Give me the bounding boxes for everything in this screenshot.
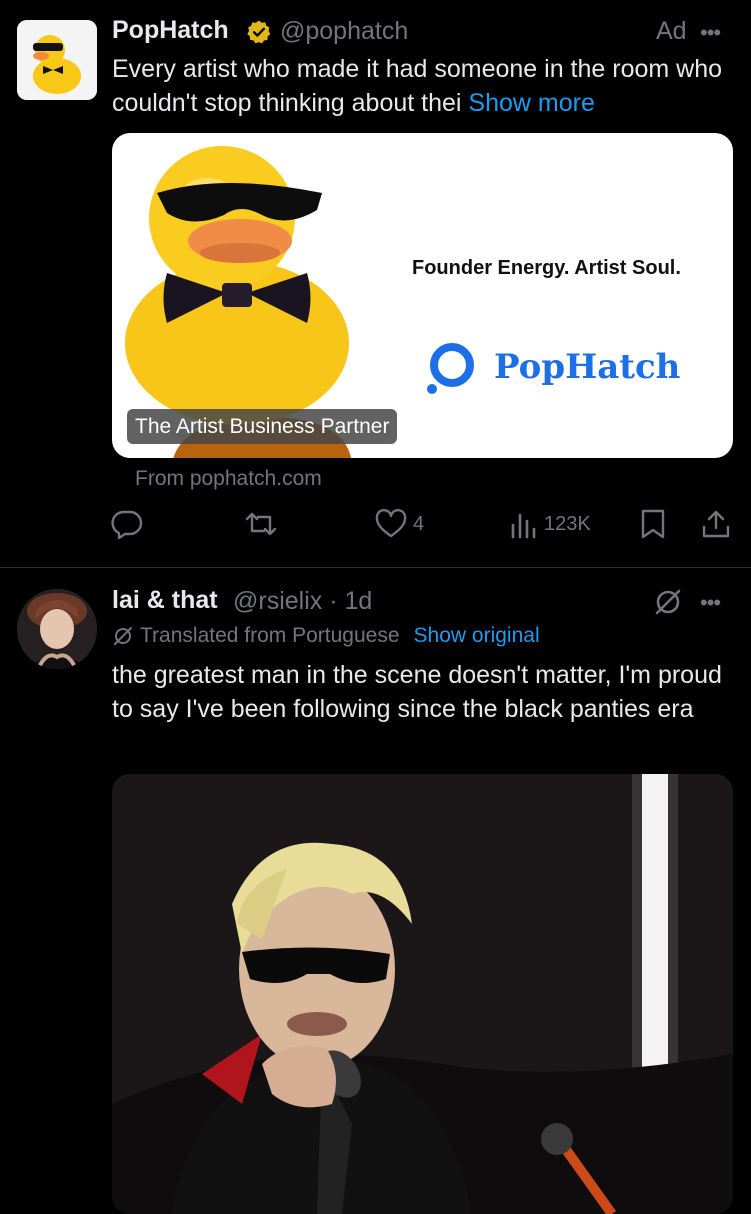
post-author-handle[interactable]: @rsielix — [233, 587, 322, 615]
share-button[interactable] — [700, 507, 732, 541]
post-text: the greatest man in the scene doesn't ma… — [112, 661, 722, 723]
card-source[interactable]: From pophatch.com — [135, 467, 322, 491]
bookmark-button[interactable] — [638, 507, 668, 541]
card-label: The Artist Business Partner — [127, 409, 398, 444]
post-media-photo[interactable] — [112, 774, 733, 1214]
repost-icon — [245, 512, 277, 536]
pophatch-bubble-icon — [427, 343, 474, 394]
duck-logo-icon — [17, 20, 97, 100]
show-original-link[interactable]: Show original — [414, 624, 540, 648]
views-chart-icon — [511, 513, 536, 539]
reply-icon — [111, 510, 143, 539]
verified-badge-icon — [247, 20, 271, 44]
heart-icon — [375, 509, 407, 538]
avatar-photo — [17, 589, 97, 669]
ad-author-name[interactable]: PopHatch — [112, 16, 229, 45]
ad-post-body: Every artist who made it had someone in … — [112, 55, 723, 117]
post-time[interactable]: · 1d — [329, 587, 372, 615]
ad-author-handle[interactable]: @pophatch — [280, 17, 408, 46]
grok-icon[interactable] — [652, 586, 684, 618]
bookmark-icon — [641, 509, 665, 539]
pophatch-avatar[interactable] — [17, 20, 97, 100]
card-brand-name: PopHatch — [494, 347, 681, 387]
card-tagline: Founder Energy. Artist Soul. — [412, 257, 681, 279]
post-author-meta: @rsielix · 1d — [233, 587, 372, 616]
translation-row: Translated from Portuguese Show original — [112, 624, 540, 648]
like-count: 4 — [413, 512, 425, 535]
more-options-icon[interactable]: ••• — [700, 20, 721, 46]
reply-button[interactable] — [110, 507, 144, 541]
performer-photo — [112, 774, 733, 1214]
translate-icon — [114, 627, 132, 645]
show-more-link[interactable]: Show more — [468, 89, 594, 117]
translated-label: Translated from Portuguese — [140, 624, 400, 647]
like-button[interactable]: 4 — [375, 507, 424, 541]
post-author-name[interactable]: lai & that — [112, 586, 218, 615]
view-count: 123K — [544, 512, 591, 535]
share-icon — [702, 510, 730, 538]
post-divider — [0, 567, 751, 568]
ad-label: Ad — [656, 17, 687, 45]
repost-button[interactable] — [244, 507, 278, 541]
more-options-icon[interactable]: ••• — [700, 590, 721, 616]
user-avatar[interactable] — [17, 589, 97, 669]
views-button[interactable]: 123K — [510, 507, 591, 541]
ad-post-text: Every artist who made it had someone in … — [112, 52, 737, 120]
